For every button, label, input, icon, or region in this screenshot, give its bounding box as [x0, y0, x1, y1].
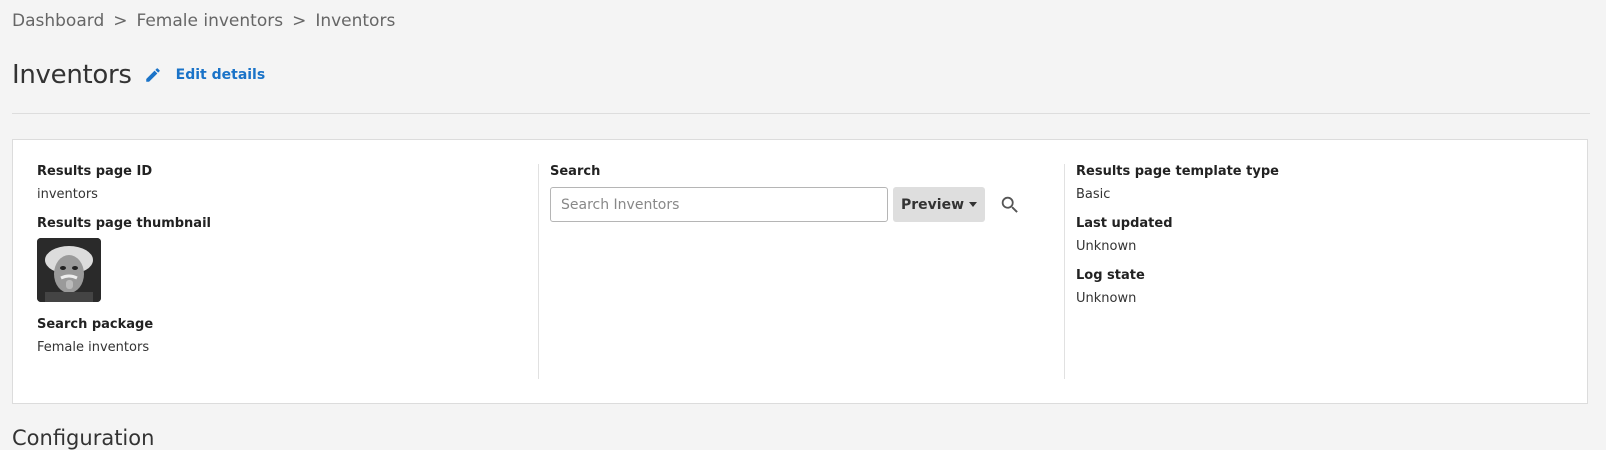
breadcrumb-dashboard[interactable]: Dashboard — [12, 11, 104, 31]
breadcrumb-separator: > — [292, 11, 307, 31]
thumbnail-label: Results page thumbnail — [37, 216, 211, 231]
search-input[interactable] — [550, 187, 888, 222]
search-label: Search — [550, 164, 601, 179]
preview-dropdown-button[interactable]: Preview — [893, 187, 985, 222]
breadcrumb-female-inventors[interactable]: Female inventors — [136, 11, 283, 31]
details-column: Results page ID inventors Results page t… — [37, 164, 527, 379]
search-package-value: Female inventors — [37, 340, 150, 355]
pencil-icon[interactable] — [144, 66, 162, 84]
search-column: Search Preview — [550, 164, 1040, 379]
caret-down-icon — [969, 202, 977, 207]
search-package-label: Search package — [37, 317, 154, 332]
breadcrumb-current: Inventors — [315, 11, 396, 31]
last-updated-label: Last updated — [1076, 216, 1173, 231]
breadcrumb-separator: > — [113, 11, 128, 31]
column-divider — [1064, 164, 1065, 379]
log-state-value: Unknown — [1076, 291, 1137, 306]
search-row: Preview — [550, 187, 1040, 222]
log-state-label: Log state — [1076, 268, 1145, 283]
last-updated-value: Unknown — [1076, 239, 1137, 254]
meta-column: Results page template type Basic Last up… — [1076, 164, 1566, 379]
column-divider — [538, 164, 539, 379]
configuration-heading: Configuration — [12, 426, 155, 450]
results-page-id-label: Results page ID — [37, 164, 153, 179]
edit-details-link[interactable]: Edit details — [176, 67, 266, 83]
breadcrumb: Dashboard > Female inventors > Inventors — [12, 11, 395, 31]
page-title: Inventors — [12, 60, 132, 90]
search-icon[interactable] — [997, 192, 1023, 218]
template-type-label: Results page template type — [1076, 164, 1279, 179]
results-page-id-value: inventors — [37, 187, 98, 202]
header-divider — [12, 113, 1590, 114]
preview-label: Preview — [900, 196, 964, 213]
title-row: Inventors Edit details — [12, 60, 265, 90]
results-page-summary-card: Results page ID inventors Results page t… — [12, 139, 1588, 404]
results-page-thumbnail — [37, 238, 101, 302]
template-type-value: Basic — [1076, 187, 1111, 202]
